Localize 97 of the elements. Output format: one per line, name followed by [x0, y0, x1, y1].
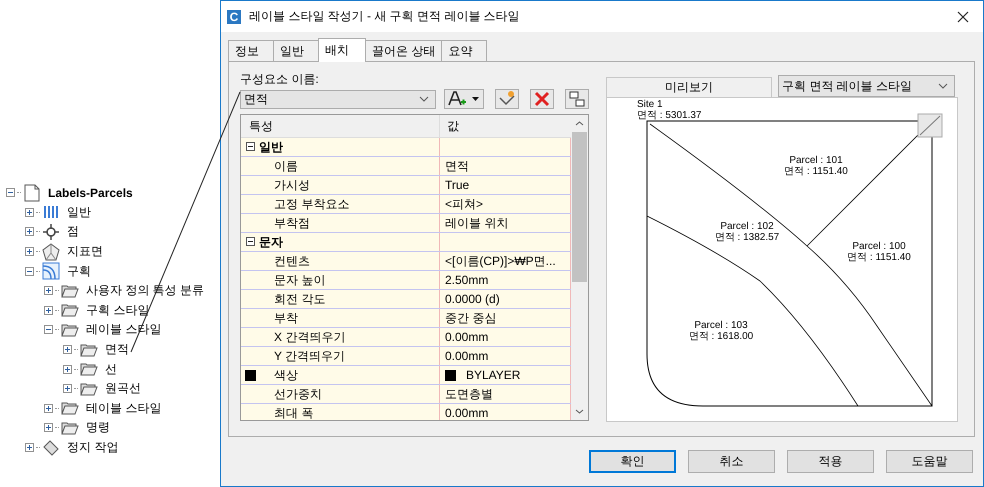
- expander-icon[interactable]: [44, 325, 53, 334]
- property-name: 회전 각도: [259, 290, 440, 308]
- property-value[interactable]: 0.00mm: [445, 328, 488, 346]
- close-icon[interactable]: [957, 10, 969, 22]
- tree-item[interactable]: 선: [105, 360, 117, 378]
- area-label: 면적 : 1151.40: [784, 166, 848, 177]
- property-value[interactable]: <[이름(CP)]>₩P면...: [445, 252, 556, 270]
- tree-item[interactable]: Labels-Parcels: [48, 186, 133, 200]
- expander-icon[interactable]: [63, 364, 72, 374]
- scroll-up-icon[interactable]: [575, 121, 584, 126]
- app-icon: C: [227, 10, 241, 24]
- tree-item[interactable]: 원곡선: [105, 380, 141, 398]
- parcel-icon: [42, 262, 60, 280]
- area-label: 면적 : 5301.37: [637, 110, 702, 121]
- property-value[interactable]: 면적: [445, 157, 469, 175]
- component-combo[interactable]: 면적: [240, 90, 436, 108]
- component-label: 구성요소 이름:: [240, 71, 320, 87]
- tree-item[interactable]: 점: [67, 223, 79, 240]
- expander-icon[interactable]: [25, 266, 34, 276]
- group-title: 문자: [259, 233, 440, 251]
- dialog-button[interactable]: 확인: [589, 450, 676, 473]
- dialog-button[interactable]: 적용: [787, 450, 874, 473]
- expander-icon[interactable]: [25, 208, 34, 217]
- property-value[interactable]: BYLAYER: [466, 366, 520, 384]
- layout-button[interactable]: [565, 89, 589, 109]
- group-title: 일반: [259, 138, 440, 156]
- tree-item[interactable]: 구획 스타일: [86, 302, 150, 319]
- property-name: 부착: [259, 309, 440, 327]
- tree-item[interactable]: 일반: [67, 204, 91, 221]
- expander-icon[interactable]: [44, 306, 53, 315]
- property-value[interactable]: 도면층별: [445, 385, 493, 403]
- property-name: 이름: [259, 157, 440, 175]
- expander-icon[interactable]: [25, 443, 34, 452]
- stop-icon: [42, 438, 60, 457]
- property-name: 부착점: [259, 214, 440, 232]
- property-name: 가시성: [259, 176, 440, 194]
- expander-icon[interactable]: [25, 247, 34, 256]
- scroll-down-icon[interactable]: [575, 409, 584, 414]
- area-label: 면적 : 1151.40: [847, 252, 911, 263]
- area-label: 면적 : 1618.00: [688, 331, 754, 342]
- window-title: 레이블 스타일 작성기 - 새 구획 면적 레이블 스타일: [249, 8, 521, 25]
- delete-button[interactable]: [530, 89, 554, 109]
- expander-icon[interactable]: [44, 286, 53, 296]
- parcel-label: Parcel : 100: [852, 241, 906, 252]
- property-value[interactable]: 0.00mm: [445, 347, 488, 365]
- column-header: 특성: [241, 115, 440, 137]
- preview-title: 미리보기: [606, 77, 772, 97]
- expander-icon[interactable]: [44, 423, 53, 432]
- chevron-down-icon[interactable]: [938, 83, 948, 89]
- property-name: X 간격띄우기: [259, 328, 440, 346]
- component-button[interactable]: [495, 89, 520, 109]
- property-value[interactable]: 중간 중심: [445, 309, 496, 327]
- expander-icon[interactable]: [44, 404, 53, 413]
- property-value[interactable]: 0.0000 (d): [445, 290, 500, 308]
- tree-item[interactable]: 명령: [86, 419, 110, 436]
- property-value[interactable]: <피쳐>: [445, 195, 484, 213]
- expander-icon[interactable]: [63, 345, 72, 354]
- crosshair-icon: [42, 222, 60, 241]
- property-value[interactable]: True: [445, 176, 470, 194]
- area-label: 면적 : 1382.57: [714, 232, 780, 243]
- style-combo[interactable]: 구획 면적 레이블 스타일: [778, 75, 955, 97]
- parcel-label: Parcel : 101: [789, 155, 843, 166]
- dialog-button[interactable]: 취소: [688, 450, 775, 473]
- tree-item[interactable]: 지표면: [67, 243, 103, 260]
- tab[interactable]: 정보: [228, 40, 274, 62]
- chevron-down-icon[interactable]: [419, 96, 430, 102]
- property-name: 고정 부착요소: [259, 195, 440, 213]
- surface-icon: [42, 242, 60, 261]
- collapse-icon[interactable]: [246, 237, 255, 246]
- add-text-button[interactable]: [444, 89, 484, 109]
- property-value[interactable]: 2.50mm: [445, 271, 488, 289]
- property-name: Y 간격띄우기: [259, 347, 440, 365]
- property-value[interactable]: 0.00mm: [445, 404, 488, 420]
- column-header: 값: [446, 118, 459, 135]
- dialog-button[interactable]: 도움말: [886, 450, 973, 473]
- collapse-icon[interactable]: [246, 142, 255, 151]
- expander-icon[interactable]: [63, 384, 72, 394]
- tree-item[interactable]: 구획: [67, 262, 91, 280]
- property-name: 색상: [259, 366, 440, 384]
- tab[interactable]: 배치: [318, 38, 366, 62]
- parcel-label: Site 1: [637, 99, 663, 110]
- document-icon: [23, 184, 41, 202]
- expander-icon[interactable]: [6, 188, 15, 198]
- tree-item[interactable]: 면적: [105, 341, 129, 358]
- zoom-icon[interactable]: [918, 114, 942, 138]
- property-value[interactable]: 레이블 위치: [445, 214, 508, 232]
- parcel-label: Parcel : 103: [694, 320, 748, 331]
- parcel-label: Parcel : 102: [720, 221, 774, 232]
- tree-item[interactable]: 테이블 스타일: [86, 400, 162, 417]
- property-name: 문자 높이: [259, 271, 440, 289]
- tree-item[interactable]: 정지 작업: [67, 439, 118, 456]
- property-name: 컨텐츠: [259, 252, 440, 270]
- scrollbar[interactable]: [571, 115, 588, 420]
- property-name: 선가중치: [259, 385, 440, 403]
- expander-icon[interactable]: [25, 227, 34, 236]
- tab[interactable]: 요약: [441, 40, 488, 62]
- property-name: 최대 폭: [259, 404, 440, 420]
